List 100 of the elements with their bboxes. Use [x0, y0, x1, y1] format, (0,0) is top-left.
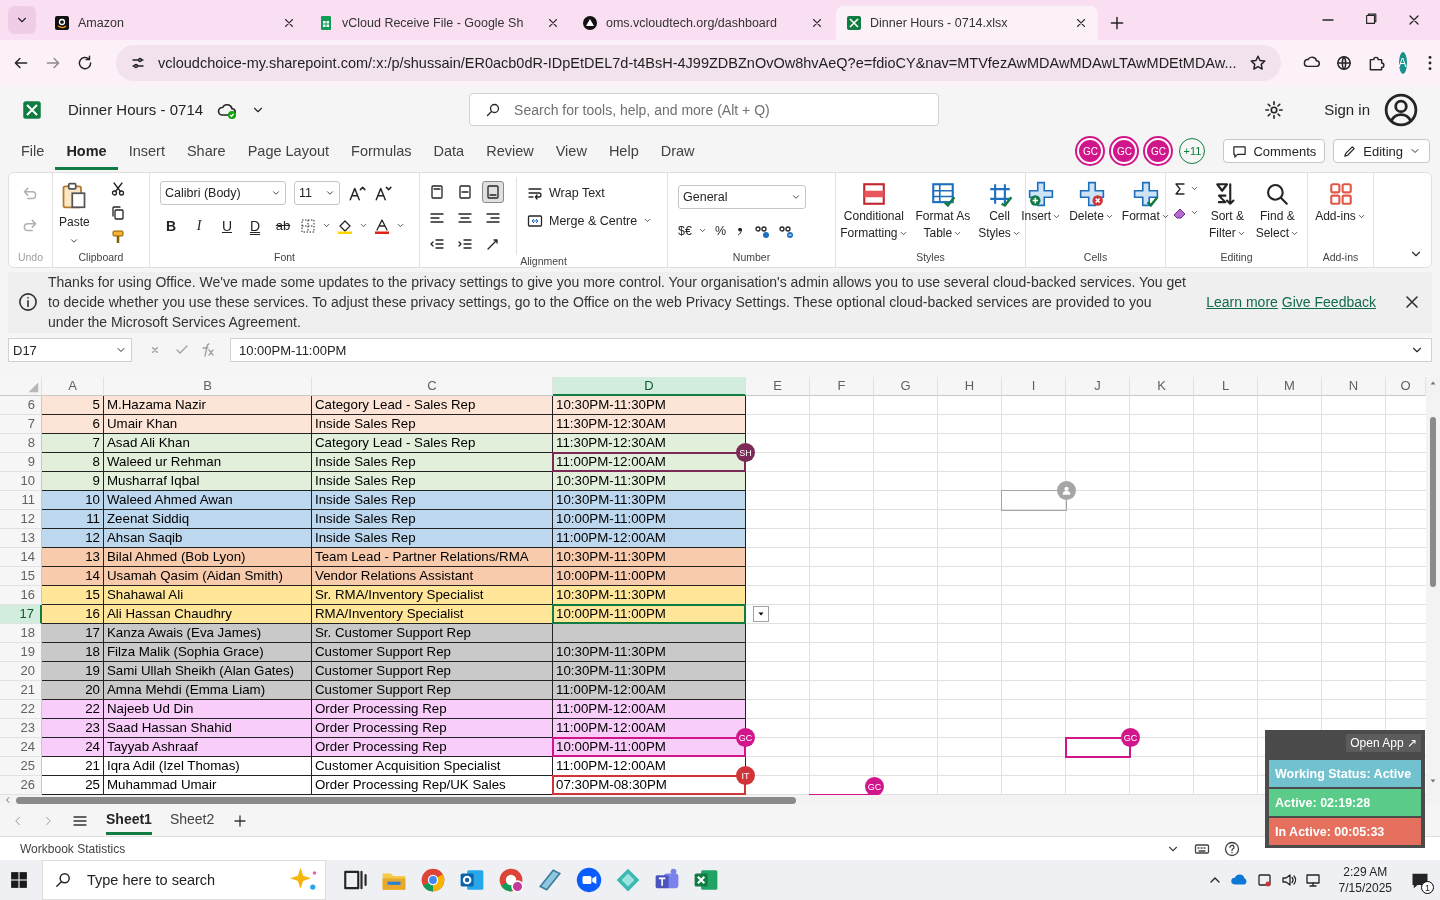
network-icon[interactable]	[1304, 872, 1321, 888]
middle-align-icon[interactable]	[457, 183, 473, 200]
row-header[interactable]: 26	[0, 776, 42, 796]
document-title[interactable]: Dinner Hours - 0714	[68, 101, 204, 119]
row-header[interactable]: 17	[0, 605, 42, 625]
bold-button[interactable]: B	[160, 214, 182, 237]
restore-icon[interactable]	[1364, 11, 1378, 26]
row-header[interactable]: 20	[0, 662, 42, 682]
search-field[interactable]: Search for tools, help, and more (Alt + Q)	[469, 93, 940, 127]
clock-time[interactable]: 2:29 AM	[1343, 864, 1388, 880]
browser-tab[interactable]: Dinner Hours - 0714.xlsx	[836, 5, 1098, 40]
paste-button[interactable]: Paste	[59, 176, 90, 251]
row-header[interactable]: 21	[0, 681, 42, 701]
font-dropdown[interactable]: Calibri (Body)	[160, 180, 286, 205]
ribbon-button[interactable]: Delete	[1069, 176, 1114, 251]
column-header[interactable]: A	[42, 377, 104, 397]
menu-tab[interactable]: View	[544, 132, 598, 170]
account-icon[interactable]	[1384, 92, 1418, 127]
clock-date[interactable]: 7/15/2025	[1338, 880, 1392, 896]
ribbon-button[interactable]: Cell Styles	[978, 176, 1021, 251]
column-header[interactable]: M	[1258, 377, 1322, 397]
ribbon-button[interactable]: Format	[1121, 176, 1170, 251]
globe-icon[interactable]	[1334, 54, 1353, 73]
row-header[interactable]: 12	[0, 510, 42, 530]
row-header[interactable]: 23	[0, 719, 42, 739]
row-header[interactable]: 8	[0, 434, 42, 454]
currency-button[interactable]: $€	[678, 218, 707, 243]
notification-count-badge[interactable]: 1	[1421, 881, 1434, 894]
merge-centre-button[interactable]: Merge & Centre	[527, 208, 653, 233]
row-header[interactable]: 24	[0, 738, 42, 758]
row-header[interactable]: 11	[0, 491, 42, 511]
ribbon-button[interactable]: Conditional Formatting	[840, 176, 908, 251]
menu-tab[interactable]: Draw	[649, 132, 706, 170]
help-icon[interactable]	[1224, 840, 1240, 857]
row-header[interactable]: 13	[0, 529, 42, 549]
strikethrough-button[interactable]: ab	[272, 214, 294, 237]
settings-icon[interactable]	[1264, 99, 1285, 120]
row-header[interactable]: 14	[0, 548, 42, 568]
wrap-text-button[interactable]: Wrap Text	[527, 180, 653, 205]
ribbon-button[interactable]: Add-ins	[1315, 176, 1366, 251]
menu-tab[interactable]: Page Layout	[236, 132, 341, 170]
column-header[interactable]: N	[1322, 377, 1386, 397]
top-align-icon[interactable]	[429, 183, 445, 200]
column-header[interactable]: E	[746, 377, 810, 397]
start-icon[interactable]	[10, 871, 28, 889]
row-header[interactable]: 18	[0, 624, 42, 644]
workbook-statistics-label[interactable]: Workbook Statistics	[20, 841, 126, 856]
formula-field[interactable]: 10:00PM-11:00PM	[230, 338, 1432, 363]
notice-link[interactable]: Learn more	[1206, 292, 1278, 313]
row-header[interactable]: 7	[0, 415, 42, 435]
editing-mode-button[interactable]: Editing	[1333, 139, 1430, 164]
format-painter-icon[interactable]	[109, 228, 126, 245]
sign-in-link[interactable]: Sign in	[1324, 101, 1370, 119]
row-header[interactable]: 6	[0, 396, 42, 416]
column-header[interactable]: H	[938, 377, 1002, 397]
row-header[interactable]: 9	[0, 453, 42, 473]
column-header[interactable]: I	[1002, 377, 1066, 397]
font-color-icon[interactable]	[374, 217, 390, 234]
row-header[interactable]: 19	[0, 643, 42, 663]
underline-button[interactable]: U	[216, 214, 238, 237]
browser-tab[interactable]: Amazon	[44, 5, 306, 40]
ribbon-button[interactable]: Find & Select	[1255, 176, 1300, 251]
address-bar[interactable]: vcloudchoice-my.sharepoint.com/:x:/p/shussain/ER0acb0dR-IDpEtDEL7d-t4BsH-4J99ZDBZnOvOw8hvAeQ?e=fdioCY&nav=MTVfezAwMDAwMDAwLTAwMDEtMDAw...	[116, 45, 1281, 82]
percent-button[interactable]: %	[714, 218, 727, 243]
menu-tab[interactable]: Data	[422, 132, 476, 170]
collaborator-avatar[interactable]: GC	[1145, 138, 1172, 165]
ribbon-button[interactable]: Insert	[1021, 176, 1062, 251]
browser-tab[interactable]: oms.vcloudtech.org/dashboard	[572, 5, 834, 40]
ribbon-button[interactable]: Format As Table	[915, 176, 971, 251]
row-header[interactable]: 22	[0, 700, 42, 720]
ribbon-button[interactable]: Sort & Filter	[1209, 176, 1246, 251]
menu-tab[interactable]: File	[10, 132, 56, 170]
column-header[interactable]: K	[1130, 377, 1194, 397]
app-icon[interactable]	[537, 867, 563, 893]
app-logo-icon[interactable]	[22, 99, 42, 120]
borders-icon[interactable]	[300, 217, 316, 234]
volume-icon[interactable]	[1280, 872, 1297, 888]
scroll-up-icon[interactable]	[1429, 379, 1437, 388]
column-header[interactable]: O	[1386, 377, 1426, 397]
column-header[interactable]: D	[553, 377, 746, 397]
sheet-tab[interactable]: Sheet2	[169, 806, 215, 835]
open-app-button[interactable]: Open App ↗	[1346, 734, 1421, 752]
browser-icon[interactable]	[420, 867, 446, 893]
taskbar-search-field[interactable]: Type here to search	[42, 860, 326, 900]
font-size-dropdown[interactable]: 11	[294, 180, 340, 205]
menu-tab[interactable]: Insert	[117, 132, 176, 170]
menu-tab[interactable]: Help	[597, 132, 650, 170]
notice-link[interactable]: Give Feedback	[1281, 292, 1376, 313]
name-box-field[interactable]: D17	[8, 338, 132, 363]
copy-icon[interactable]	[109, 204, 126, 221]
row-header[interactable]: 25	[0, 757, 42, 777]
column-header[interactable]: G	[874, 377, 938, 397]
menu-tab[interactable]: Formulas	[340, 132, 423, 170]
mail-app-icon[interactable]	[459, 867, 485, 893]
spreadsheet-app-icon[interactable]	[693, 867, 719, 893]
browser-icon[interactable]	[498, 867, 524, 893]
italic-button[interactable]: I	[188, 214, 210, 237]
bottom-align-icon[interactable]	[485, 183, 501, 200]
row-header[interactable]: 10	[0, 472, 42, 492]
video-app-icon[interactable]	[576, 867, 602, 893]
